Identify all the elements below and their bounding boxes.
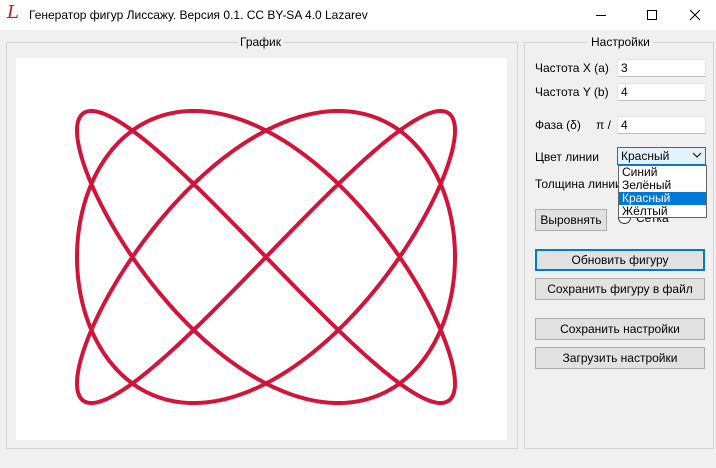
align-button[interactable]: Выровнять (535, 209, 607, 231)
line-color-dropdown-list: Синий Зелёный Красный Жёлтый (618, 165, 707, 218)
freq-y-input[interactable]: 4 (617, 83, 706, 101)
line-color-selected-value: Красный (621, 149, 670, 163)
graph-group-title: График (237, 35, 284, 49)
lissajous-plot (75, 109, 457, 405)
load-settings-button[interactable]: Загрузить настройки (535, 347, 705, 369)
minimize-button[interactable] (578, 0, 624, 30)
freq-x-input[interactable]: 3 (617, 59, 706, 77)
line-color-select[interactable]: Красный (617, 147, 706, 165)
lissajous-curve (75, 109, 457, 405)
save-figure-button[interactable]: Сохранить фигуру в файл (535, 278, 705, 300)
minimize-icon (596, 15, 606, 16)
app-logo-icon: L (7, 2, 19, 23)
title-bar: L Генератор фигур Лиссажу. Версия 0.1. C… (0, 0, 716, 30)
color-option-yellow[interactable]: Жёлтый (619, 205, 706, 218)
maximize-icon (647, 10, 657, 20)
phase-input[interactable]: 4 (617, 116, 706, 134)
update-figure-button[interactable]: Обновить фигуру (535, 249, 705, 271)
close-icon (689, 9, 701, 21)
line-color-label: Цвет линии (535, 150, 599, 164)
maximize-button[interactable] (629, 0, 675, 30)
plot-area (16, 58, 507, 440)
save-settings-button[interactable]: Сохранить настройки (535, 318, 705, 340)
graph-groupbox: График (6, 35, 518, 449)
chevron-down-icon (692, 152, 702, 158)
window-title: Генератор фигур Лиссажу. Версия 0.1. CC … (29, 8, 368, 22)
phase-unit-label: π / (596, 118, 611, 132)
settings-group-title: Настройки (588, 35, 653, 49)
freq-x-label: Частота X (a) (535, 61, 609, 75)
close-button[interactable] (672, 0, 716, 30)
freq-y-label: Частота Y (b) (535, 85, 609, 99)
phase-label: Фаза (δ) (535, 118, 581, 132)
settings-groupbox: Настройки (524, 35, 714, 449)
line-thickness-label: Толщина линии (535, 177, 622, 191)
window-client: График Настройки Частота X (a) 3 Частота… (0, 30, 716, 468)
